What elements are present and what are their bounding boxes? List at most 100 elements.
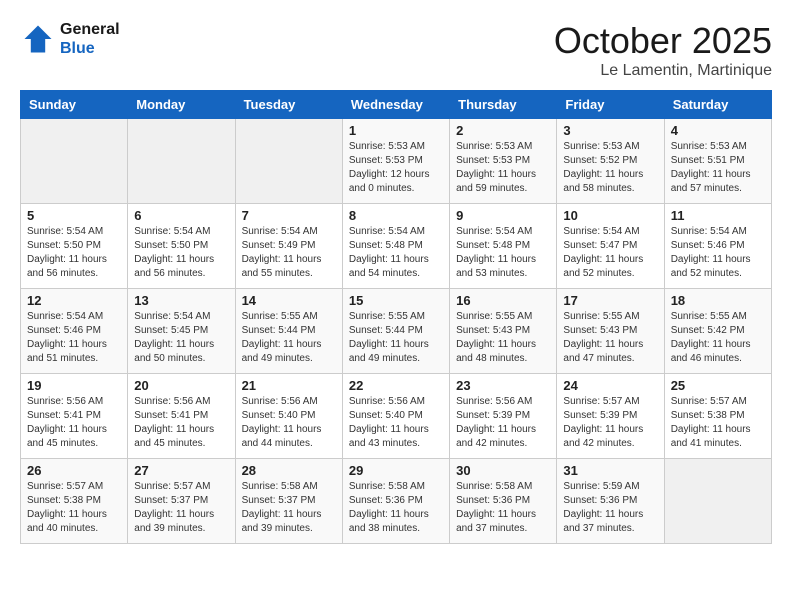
day-info: Sunrise: 5:54 AM Sunset: 5:47 PM Dayligh… — [563, 225, 657, 281]
day-number: 5 — [27, 208, 121, 223]
day-info: Sunrise: 5:53 AM Sunset: 5:51 PM Dayligh… — [671, 140, 765, 196]
calendar-cell: 28 Sunrise: 5:58 AM Sunset: 5:37 PM Dayli… — [235, 459, 342, 544]
day-info: Sunrise: 5:54 AM Sunset: 5:46 PM Dayligh… — [27, 310, 121, 366]
day-info: Sunrise: 5:54 AM Sunset: 5:48 PM Dayligh… — [456, 225, 550, 281]
calendar-cell: 25 Sunrise: 5:57 AM Sunset: 5:38 PM Dayli… — [664, 374, 771, 459]
calendar-cell: 26 Sunrise: 5:57 AM Sunset: 5:38 PM Dayli… — [21, 459, 128, 544]
day-info: Sunrise: 5:54 AM Sunset: 5:50 PM Dayligh… — [27, 225, 121, 281]
calendar-table: SundayMondayTuesdayWednesdayThursdayFrid… — [20, 90, 772, 544]
day-info: Sunrise: 5:59 AM Sunset: 5:36 PM Dayligh… — [563, 480, 657, 536]
day-number: 7 — [242, 208, 336, 223]
weekday-header-tuesday: Tuesday — [235, 91, 342, 119]
day-info: Sunrise: 5:53 AM Sunset: 5:53 PM Dayligh… — [349, 140, 443, 196]
day-info: Sunrise: 5:57 AM Sunset: 5:38 PM Dayligh… — [671, 395, 765, 451]
day-info: Sunrise: 5:53 AM Sunset: 5:52 PM Dayligh… — [563, 140, 657, 196]
day-info: Sunrise: 5:55 AM Sunset: 5:44 PM Dayligh… — [242, 310, 336, 366]
calendar-cell: 14 Sunrise: 5:55 AM Sunset: 5:44 PM Dayli… — [235, 289, 342, 374]
day-info: Sunrise: 5:54 AM Sunset: 5:50 PM Dayligh… — [134, 225, 228, 281]
day-number: 6 — [134, 208, 228, 223]
calendar-cell: 10 Sunrise: 5:54 AM Sunset: 5:47 PM Dayli… — [557, 204, 664, 289]
day-info: Sunrise: 5:58 AM Sunset: 5:36 PM Dayligh… — [456, 480, 550, 536]
day-number: 2 — [456, 123, 550, 138]
day-number: 11 — [671, 208, 765, 223]
day-info: Sunrise: 5:57 AM Sunset: 5:39 PM Dayligh… — [563, 395, 657, 451]
day-number: 25 — [671, 378, 765, 393]
calendar-cell: 18Sunrise: 5:55 AM Sunset: 5:42 PM Dayli… — [664, 289, 771, 374]
day-number: 8 — [349, 208, 443, 223]
day-number: 3 — [563, 123, 657, 138]
day-info: Sunrise: 5:53 AM Sunset: 5:53 PM Dayligh… — [456, 140, 550, 196]
day-number: 16 — [456, 293, 550, 308]
calendar-cell: 7 Sunrise: 5:54 AM Sunset: 5:49 PM Daylig… — [235, 204, 342, 289]
calendar-cell — [128, 119, 235, 204]
day-number: 4 — [671, 123, 765, 138]
weekday-header-friday: Friday — [557, 91, 664, 119]
calendar-cell: 16Sunrise: 5:55 AM Sunset: 5:43 PM Dayli… — [450, 289, 557, 374]
day-number: 24 — [563, 378, 657, 393]
calendar-cell — [21, 119, 128, 204]
day-number: 9 — [456, 208, 550, 223]
weekday-header-sunday: Sunday — [21, 91, 128, 119]
calendar-title: October 2025 — [554, 20, 772, 62]
day-info: Sunrise: 5:56 AM Sunset: 5:41 PM Dayligh… — [134, 395, 228, 451]
calendar-cell: 19Sunrise: 5:56 AM Sunset: 5:41 PM Dayli… — [21, 374, 128, 459]
title-block: October 2025 Le Lamentin, Martinique — [554, 20, 772, 80]
calendar-cell: 27Sunrise: 5:57 AM Sunset: 5:37 PM Dayli… — [128, 459, 235, 544]
day-info: Sunrise: 5:54 AM Sunset: 5:48 PM Dayligh… — [349, 225, 443, 281]
week-row-3: 12Sunrise: 5:54 AM Sunset: 5:46 PM Dayli… — [21, 289, 772, 374]
logo-text: General Blue — [60, 20, 120, 58]
logo-icon — [20, 21, 56, 57]
day-info: Sunrise: 5:58 AM Sunset: 5:37 PM Dayligh… — [242, 480, 336, 536]
week-row-4: 19Sunrise: 5:56 AM Sunset: 5:41 PM Dayli… — [21, 374, 772, 459]
calendar-cell: 24 Sunrise: 5:57 AM Sunset: 5:39 PM Dayli… — [557, 374, 664, 459]
logo: General Blue — [20, 20, 120, 58]
calendar-cell: 2 Sunrise: 5:53 AM Sunset: 5:53 PM Daylig… — [450, 119, 557, 204]
day-number: 14 — [242, 293, 336, 308]
day-info: Sunrise: 5:54 AM Sunset: 5:45 PM Dayligh… — [134, 310, 228, 366]
day-number: 21 — [242, 378, 336, 393]
calendar-cell: 3 Sunrise: 5:53 AM Sunset: 5:52 PM Daylig… — [557, 119, 664, 204]
calendar-cell: 20 Sunrise: 5:56 AM Sunset: 5:41 PM Dayli… — [128, 374, 235, 459]
day-info: Sunrise: 5:58 AM Sunset: 5:36 PM Dayligh… — [349, 480, 443, 536]
day-number: 17 — [563, 293, 657, 308]
calendar-cell: 5 Sunrise: 5:54 AM Sunset: 5:50 PM Daylig… — [21, 204, 128, 289]
calendar-cell — [664, 459, 771, 544]
day-number: 1 — [349, 123, 443, 138]
week-row-1: 1 Sunrise: 5:53 AM Sunset: 5:53 PM Daylig… — [21, 119, 772, 204]
calendar-subtitle: Le Lamentin, Martinique — [554, 62, 772, 80]
day-number: 15 — [349, 293, 443, 308]
calendar-cell: 17 Sunrise: 5:55 AM Sunset: 5:43 PM Dayli… — [557, 289, 664, 374]
day-info: Sunrise: 5:56 AM Sunset: 5:40 PM Dayligh… — [349, 395, 443, 451]
day-number: 13 — [134, 293, 228, 308]
day-info: Sunrise: 5:54 AM Sunset: 5:49 PM Dayligh… — [242, 225, 336, 281]
calendar-cell: 9 Sunrise: 5:54 AM Sunset: 5:48 PM Daylig… — [450, 204, 557, 289]
day-info: Sunrise: 5:57 AM Sunset: 5:38 PM Dayligh… — [27, 480, 121, 536]
calendar-cell: 11 Sunrise: 5:54 AM Sunset: 5:46 PM Dayli… — [664, 204, 771, 289]
calendar-cell: 4 Sunrise: 5:53 AM Sunset: 5:51 PM Daylig… — [664, 119, 771, 204]
day-number: 26 — [27, 463, 121, 478]
calendar-cell: 6 Sunrise: 5:54 AM Sunset: 5:50 PM Daylig… — [128, 204, 235, 289]
calendar-cell: 22 Sunrise: 5:56 AM Sunset: 5:40 PM Dayli… — [342, 374, 449, 459]
day-info: Sunrise: 5:56 AM Sunset: 5:41 PM Dayligh… — [27, 395, 121, 451]
day-info: Sunrise: 5:54 AM Sunset: 5:46 PM Dayligh… — [671, 225, 765, 281]
day-info: Sunrise: 5:56 AM Sunset: 5:39 PM Dayligh… — [456, 395, 550, 451]
day-info: Sunrise: 5:55 AM Sunset: 5:42 PM Dayligh… — [671, 310, 765, 366]
day-number: 20 — [134, 378, 228, 393]
calendar-cell: 13 Sunrise: 5:54 AM Sunset: 5:45 PM Dayli… — [128, 289, 235, 374]
day-number: 29 — [349, 463, 443, 478]
day-number: 22 — [349, 378, 443, 393]
day-info: Sunrise: 5:56 AM Sunset: 5:40 PM Dayligh… — [242, 395, 336, 451]
day-info: Sunrise: 5:55 AM Sunset: 5:43 PM Dayligh… — [563, 310, 657, 366]
week-row-5: 26 Sunrise: 5:57 AM Sunset: 5:38 PM Dayli… — [21, 459, 772, 544]
calendar-cell: 29 Sunrise: 5:58 AM Sunset: 5:36 PM Dayli… — [342, 459, 449, 544]
day-number: 10 — [563, 208, 657, 223]
calendar-cell: 8 Sunrise: 5:54 AM Sunset: 5:48 PM Daylig… — [342, 204, 449, 289]
calendar-cell: 1 Sunrise: 5:53 AM Sunset: 5:53 PM Daylig… — [342, 119, 449, 204]
calendar-cell: 12Sunrise: 5:54 AM Sunset: 5:46 PM Dayli… — [21, 289, 128, 374]
day-number: 28 — [242, 463, 336, 478]
weekday-header-thursday: Thursday — [450, 91, 557, 119]
day-number: 31 — [563, 463, 657, 478]
calendar-cell: 15Sunrise: 5:55 AM Sunset: 5:44 PM Dayli… — [342, 289, 449, 374]
logo-blue: Blue — [60, 39, 120, 58]
day-info: Sunrise: 5:57 AM Sunset: 5:37 PM Dayligh… — [134, 480, 228, 536]
